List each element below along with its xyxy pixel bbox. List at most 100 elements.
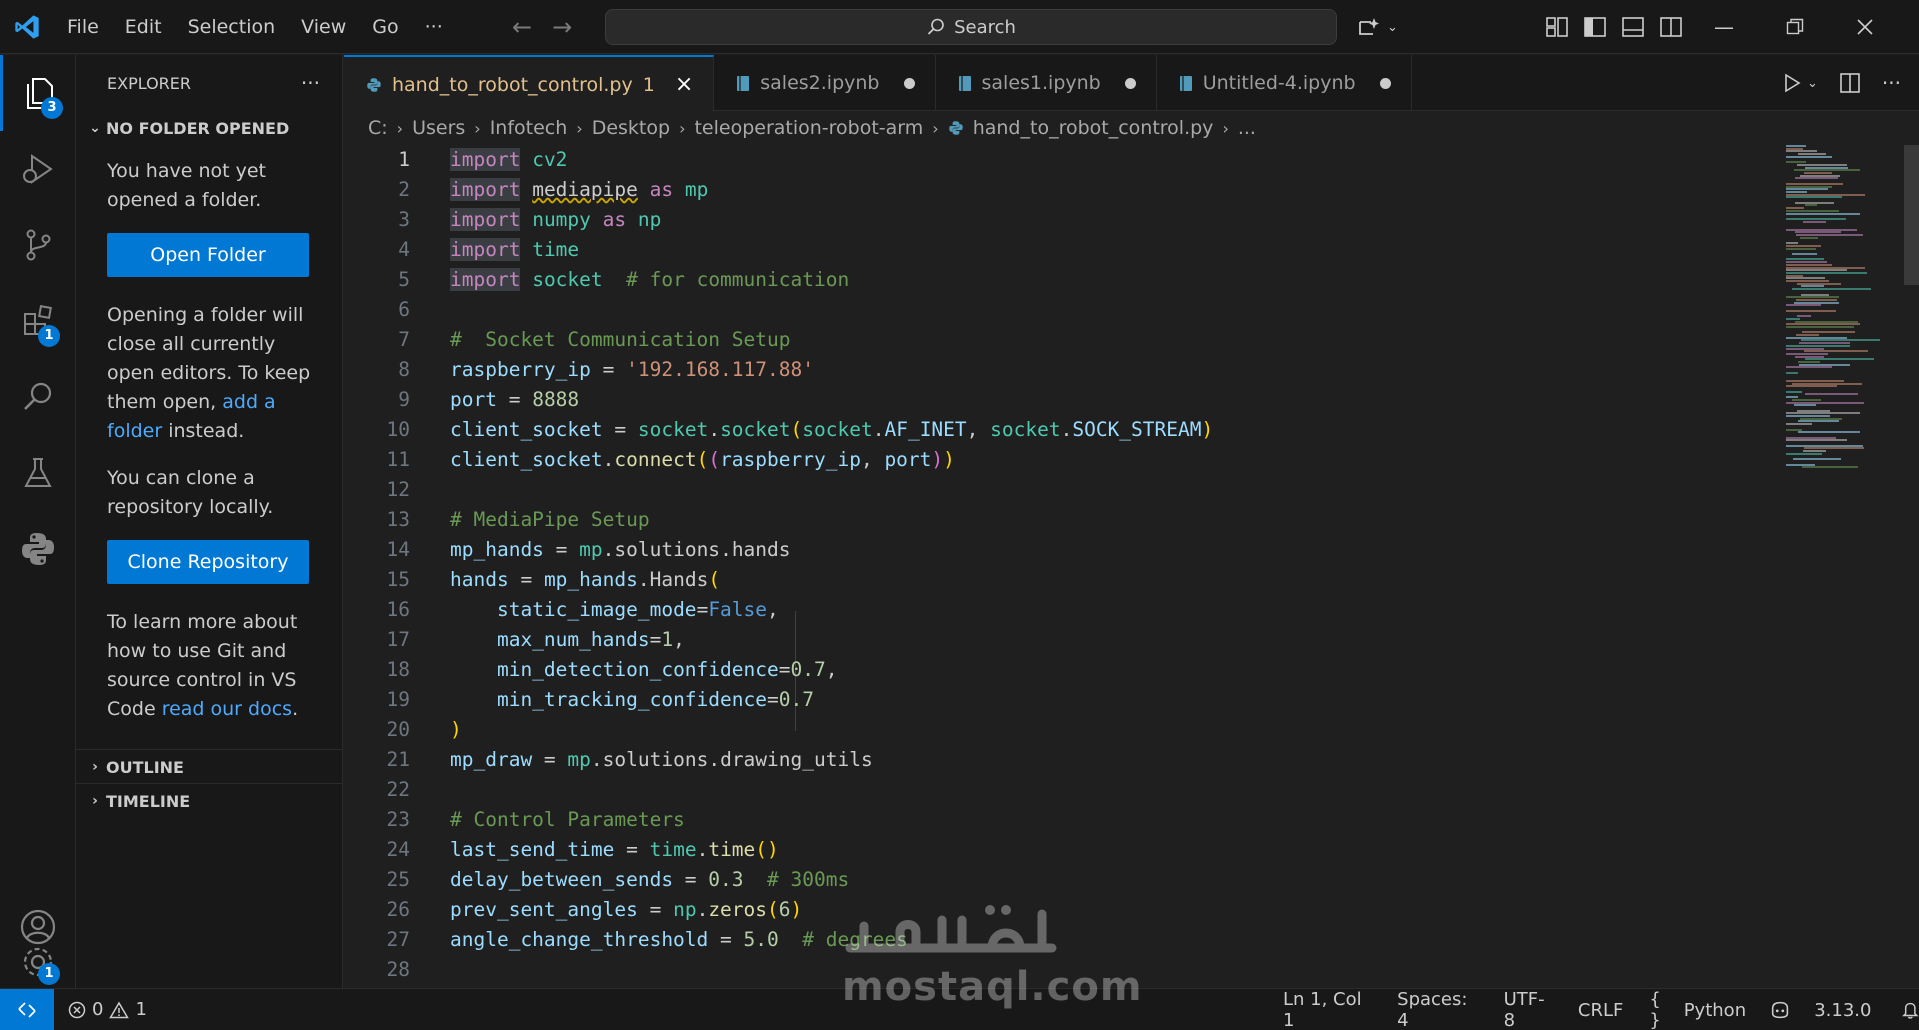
tab-sales1[interactable]: sales1.ipynb — [936, 55, 1157, 111]
tab-untitled-4[interactable]: Untitled-4.ipynb — [1157, 55, 1412, 111]
token: . — [696, 898, 709, 921]
editor-tabs: hand_to_robot_control.py 1 × sales2.ipyn… — [344, 55, 1919, 112]
toggle-panel-icon[interactable] — [1622, 17, 1644, 37]
indentation[interactable]: Spaces: 4 — [1384, 989, 1490, 1030]
activity-run-debug[interactable] — [0, 131, 76, 207]
menu-selection[interactable]: Selection — [175, 0, 289, 54]
end-of-line[interactable]: CRLF — [1565, 1000, 1636, 1021]
code-line: 28 — [344, 955, 1774, 985]
token: 1 — [661, 628, 674, 651]
token: 6 — [778, 898, 791, 921]
timeline-title: TIMELINE — [106, 791, 191, 811]
customize-layout-icon[interactable] — [1546, 17, 1568, 37]
more-actions-icon[interactable]: ··· — [301, 71, 320, 95]
bell-icon[interactable] — [1902, 1000, 1919, 1020]
token: . — [637, 568, 650, 591]
activity-testing[interactable] — [0, 435, 76, 511]
minimap-line — [1786, 379, 1844, 382]
section-no-folder[interactable]: ⌄ NO FOLDER OPENED — [76, 111, 342, 145]
menu-go[interactable]: Go — [359, 0, 411, 54]
language-mode[interactable]: Python — [1680, 1000, 1759, 1021]
toggle-secondary-sidebar-icon[interactable] — [1660, 17, 1682, 37]
activity-explorer[interactable]: 3 — [0, 55, 76, 131]
menu-more[interactable]: ··· — [412, 0, 456, 54]
minimap-line — [1800, 174, 1840, 177]
breadcrumb-symbol[interactable]: ... — [1238, 117, 1256, 139]
python-version[interactable]: 3.13.0 — [1801, 1000, 1884, 1021]
navigation-arrows: ← → — [512, 0, 572, 54]
python-icon — [22, 533, 54, 565]
command-center-search[interactable]: Search — [605, 9, 1337, 45]
activity-search[interactable] — [0, 359, 76, 435]
back-arrow-icon[interactable]: ← — [512, 13, 532, 41]
breadcrumb-project[interactable]: teleoperation-robot-arm — [694, 117, 923, 139]
token: delay_between_sends — [450, 868, 674, 891]
token: mp_hands — [543, 568, 638, 591]
token: . — [872, 418, 885, 441]
breadcrumb-infotech[interactable]: Infotech — [490, 117, 568, 139]
code-line: 8 raspberry_ip = '192.168.117.88' — [344, 355, 1774, 385]
minimap-line — [1786, 280, 1829, 282]
file-encoding[interactable]: UTF-8 — [1491, 989, 1565, 1030]
activity-source-control[interactable] — [0, 207, 76, 283]
section-outline[interactable]: › OUTLINE — [76, 749, 343, 784]
breadcrumb-users[interactable]: Users — [412, 117, 465, 139]
minimap[interactable] — [1786, 145, 1904, 988]
tab-sales2[interactable]: sales2.ipynb — [714, 55, 936, 111]
token: hands — [450, 568, 509, 591]
python-file-icon — [367, 77, 381, 92]
breadcrumb-file[interactable]: hand_to_robot_control.py — [973, 117, 1214, 139]
sidebar-title: EXPLORER — [107, 73, 191, 93]
activity-settings[interactable]: 1 — [0, 947, 76, 985]
minimap-line — [1786, 439, 1847, 442]
minimize-icon[interactable]: — — [1714, 15, 1734, 39]
menu-file[interactable]: File — [54, 0, 112, 54]
minimap-line — [1804, 447, 1864, 450]
token: 5.0 — [743, 928, 779, 951]
minimap-line — [1786, 371, 1798, 374]
code-line: 12 — [344, 475, 1774, 505]
breadcrumb-drive[interactable]: C: — [368, 117, 388, 139]
outline-title: OUTLINE — [106, 757, 184, 777]
line-number: 2 — [398, 178, 410, 201]
split-editor-icon[interactable] — [1840, 73, 1860, 93]
line-number: 19 — [386, 688, 410, 711]
close-window-icon[interactable] — [1856, 18, 1874, 36]
run-python-icon[interactable] — [1783, 73, 1801, 93]
section-timeline[interactable]: › TIMELINE — [76, 783, 343, 818]
clone-repository-button[interactable]: Clone Repository — [107, 540, 309, 584]
problems-indicator[interactable]: 0 1 — [54, 999, 160, 1020]
copilot-menu[interactable]: ⌄ — [1357, 0, 1398, 54]
token: np — [637, 208, 662, 231]
chevron-down-icon[interactable]: ⌄ — [1807, 76, 1818, 91]
no-folder-message: You have not yet opened a folder. — [107, 160, 266, 211]
restore-icon[interactable] — [1786, 18, 1804, 36]
close-icon[interactable]: × — [675, 72, 693, 97]
line-number: 20 — [386, 718, 410, 741]
breadcrumb-desktop[interactable]: Desktop — [592, 117, 670, 139]
open-folder-button[interactable]: Open Folder — [107, 233, 309, 277]
read-docs-link[interactable]: read our docs — [162, 698, 292, 720]
toggle-primary-sidebar-icon[interactable] — [1584, 17, 1606, 37]
chevron-right-icon: › — [1222, 118, 1229, 138]
forward-arrow-icon[interactable]: → — [552, 13, 572, 41]
minimap-line — [1795, 355, 1824, 358]
token: = — [590, 358, 627, 381]
minimap-line — [1786, 401, 1864, 404]
menu-edit[interactable]: Edit — [112, 0, 175, 54]
copilot-icon[interactable] — [1769, 1000, 1791, 1020]
cursor-position[interactable]: Ln 1, Col 1 — [1270, 989, 1384, 1030]
line-number: 11 — [386, 448, 410, 471]
menu-view[interactable]: View — [288, 0, 359, 54]
more-actions-icon[interactable]: ··· — [1882, 71, 1901, 95]
code-editor[interactable]: 1 import cv2 2 import mediapipe as mp 3 imp… — [344, 145, 1774, 988]
editor-scrollbar[interactable] — [1904, 145, 1919, 285]
activity-python[interactable] — [0, 511, 76, 587]
activity-extensions[interactable]: 1 — [0, 283, 76, 359]
tab-hand-to-robot-control[interactable]: hand_to_robot_control.py 1 × — [344, 55, 715, 112]
minimap-line — [1801, 339, 1880, 342]
remote-indicator[interactable] — [0, 988, 54, 1030]
minimap-line — [1798, 420, 1839, 423]
token: mp_hands — [450, 538, 544, 561]
minimap-line — [1797, 315, 1811, 318]
